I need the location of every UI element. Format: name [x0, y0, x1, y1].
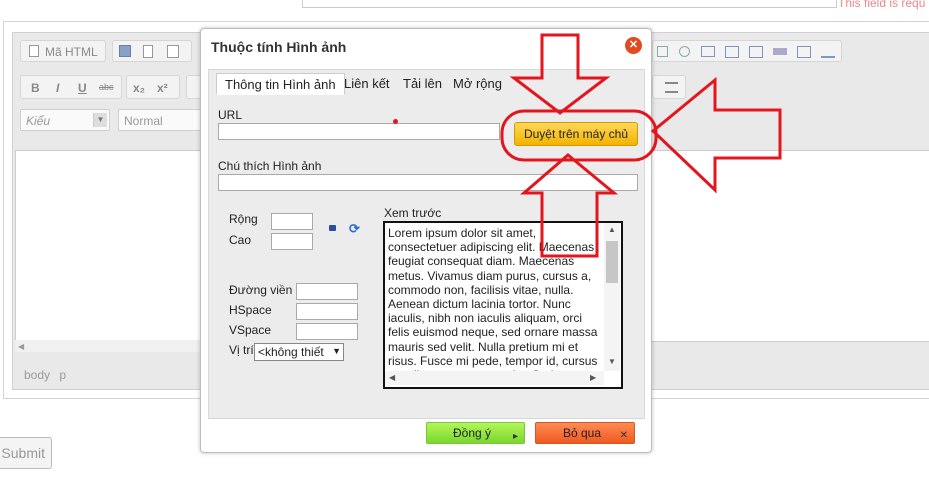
- editor-horizontal-scrollbar[interactable]: ◀: [15, 340, 205, 352]
- strike-button[interactable]: abc: [99, 82, 114, 92]
- align-select-value: <không thiết: [258, 345, 324, 359]
- new-page-icon[interactable]: [143, 45, 153, 58]
- close-small-icon: ✕: [619, 430, 628, 441]
- border-input[interactable]: [296, 283, 358, 300]
- vspace-input[interactable]: [296, 323, 358, 340]
- required-field-message: This field is requ: [838, 0, 926, 10]
- preview-vertical-scrollbar[interactable]: ▲ ▼: [604, 223, 620, 371]
- vspace-label: VSpace: [229, 323, 272, 337]
- scroll-left-icon[interactable]: ◀: [389, 373, 395, 382]
- tab-advanced[interactable]: Mở rộng: [445, 73, 510, 95]
- hidden-field-icon[interactable]: [821, 46, 835, 58]
- image-button-icon[interactable]: [797, 46, 811, 58]
- border-label: Đường viền: [229, 283, 293, 297]
- top-text-field[interactable]: [302, 0, 837, 8]
- height-label: Cao: [229, 233, 252, 247]
- basic-styles-group: B I U abc: [20, 75, 122, 99]
- tab-upload[interactable]: Tải lên: [395, 73, 450, 95]
- close-icon[interactable]: ✕: [625, 37, 642, 54]
- textarea-icon[interactable]: [725, 46, 739, 58]
- format-combo[interactable]: Kiểu ▼: [20, 109, 110, 131]
- button-icon[interactable]: [773, 48, 787, 55]
- ok-button[interactable]: Đồng ý ▸: [426, 422, 525, 444]
- element-path[interactable]: body p: [24, 368, 66, 382]
- source-button-label: Mã HTML: [45, 45, 98, 59]
- hspace-input[interactable]: [296, 303, 358, 320]
- radio-icon[interactable]: [679, 46, 690, 57]
- save-icon[interactable]: [119, 45, 131, 57]
- subscript-button[interactable]: x₂: [133, 81, 145, 95]
- tab-link[interactable]: Liên kết: [336, 73, 398, 95]
- align-label: Vị trí: [229, 343, 254, 357]
- submit-button[interactable]: Submit: [0, 437, 52, 469]
- url-input[interactable]: [218, 123, 500, 140]
- insert-tools-group: [652, 40, 842, 62]
- style-combo[interactable]: Normal: [118, 109, 202, 131]
- cancel-button-label: Bỏ qua: [563, 426, 602, 440]
- ok-button-label: Đồng ý: [453, 426, 492, 440]
- underline-button[interactable]: U: [78, 81, 87, 95]
- format-combo-value: Kiểu: [26, 114, 51, 128]
- preview-horizontal-scrollbar[interactable]: ◀ ▶: [385, 371, 604, 385]
- chevron-down-icon: ▼: [93, 113, 107, 127]
- checkbox-icon[interactable]: [657, 46, 668, 57]
- document-icon: [29, 45, 39, 57]
- image-properties-dialog: Thuộc tính Hình ảnh ✕ Thông tin Hình ảnh…: [200, 28, 652, 453]
- script-group: x₂ x²: [126, 75, 180, 99]
- dialog-tabs: Thông tin Hình ảnh Liên kết Tải lên Mở r…: [209, 73, 644, 95]
- align-select[interactable]: <không thiết ▼: [254, 343, 344, 361]
- preview-icon[interactable]: [167, 45, 179, 58]
- superscript-button[interactable]: x²: [157, 81, 168, 95]
- preview-label: Xem trước: [384, 206, 442, 220]
- italic-button[interactable]: I: [56, 81, 59, 95]
- width-input[interactable]: [271, 213, 313, 230]
- browse-server-button[interactable]: Duyệt trên máy chủ: [514, 122, 638, 146]
- source-button[interactable]: Mã HTML: [20, 40, 106, 62]
- chevron-down-icon: ▼: [332, 346, 341, 356]
- cancel-button[interactable]: Bỏ qua ✕: [535, 422, 635, 444]
- url-label: URL: [218, 108, 243, 122]
- document-tools-group: [112, 40, 192, 62]
- blocks-group: [652, 75, 686, 99]
- style-combo-value: Normal: [124, 114, 163, 128]
- reset-size-icon[interactable]: ⟳: [349, 221, 360, 237]
- dialog-title: Thuộc tính Hình ảnh: [211, 39, 347, 55]
- scroll-down-icon[interactable]: ▼: [608, 357, 616, 366]
- select-icon[interactable]: [749, 46, 763, 58]
- alt-text-input[interactable]: [218, 174, 638, 191]
- height-input[interactable]: [271, 233, 313, 250]
- preview-text: Lorem ipsum dolor sit amet, consectetuer…: [388, 226, 598, 373]
- width-label: Rộng: [229, 212, 258, 226]
- bold-button[interactable]: B: [31, 81, 40, 95]
- tab-image-info[interactable]: Thông tin Hình ảnh: [216, 73, 345, 95]
- scroll-up-icon[interactable]: ▲: [608, 225, 616, 234]
- scroll-left-icon[interactable]: ◀: [18, 342, 24, 351]
- preview-box: Lorem ipsum dolor sit amet, consectetuer…: [383, 221, 623, 389]
- arrow-right-icon: ▸: [512, 431, 518, 442]
- scroll-right-icon[interactable]: ▶: [590, 373, 596, 382]
- scroll-thumb[interactable]: [606, 241, 618, 283]
- show-blocks-icon[interactable]: [665, 82, 678, 93]
- textfield-icon[interactable]: [701, 46, 715, 57]
- red-dot-marker: [393, 119, 398, 124]
- lock-ratio-icon[interactable]: [329, 225, 336, 231]
- hspace-label: HSpace: [229, 303, 272, 317]
- alt-text-label: Chú thích Hình ảnh: [218, 159, 322, 173]
